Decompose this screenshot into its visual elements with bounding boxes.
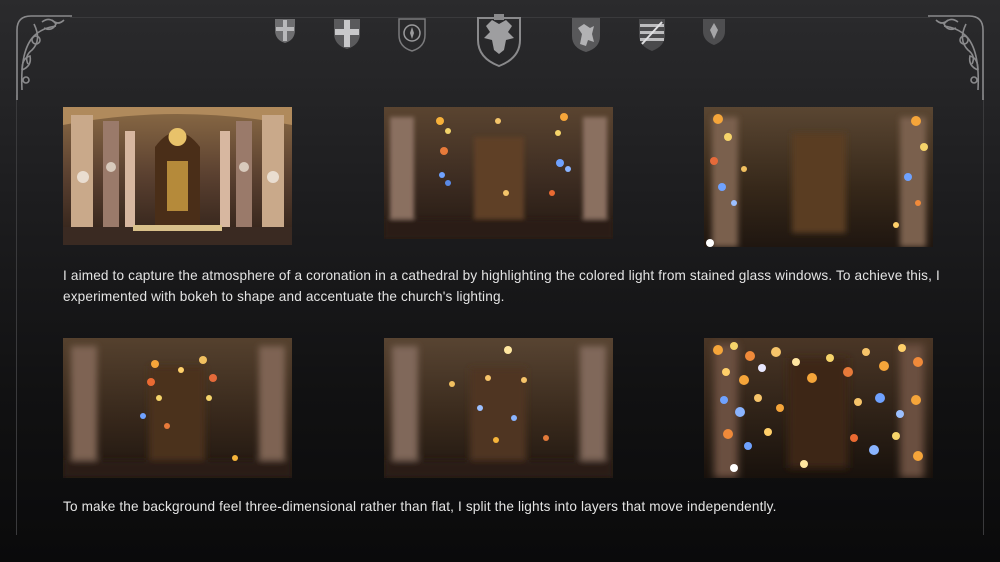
caption-bokeh-intro: I aimed to capture the atmosphere of a c… bbox=[63, 268, 940, 304]
cathedral-photo-bokeh-3 bbox=[63, 338, 292, 478]
cathedral-photo-bokeh-2 bbox=[704, 107, 933, 247]
round-seal-icon bbox=[398, 18, 426, 52]
frame-left-line bbox=[16, 95, 17, 535]
striped-shield-icon bbox=[639, 19, 665, 51]
double-eagle-crest-icon bbox=[477, 14, 521, 68]
cross-shield-icon bbox=[275, 19, 295, 43]
cross-shield-icon bbox=[334, 19, 360, 49]
emblem-shield-icon bbox=[703, 19, 725, 45]
cathedral-photo-bokeh-4 bbox=[384, 338, 613, 478]
cathedral-photo-bokeh-1 bbox=[384, 107, 613, 239]
cathedral-photo-bokeh-5 bbox=[704, 338, 933, 478]
cathedral-photo-sharp bbox=[63, 107, 292, 245]
frame-right-line bbox=[983, 95, 984, 535]
caption-light-layers: To make the background feel three-dimens… bbox=[63, 499, 777, 514]
lion-shield-icon bbox=[572, 18, 600, 52]
crest-row bbox=[0, 10, 1000, 70]
